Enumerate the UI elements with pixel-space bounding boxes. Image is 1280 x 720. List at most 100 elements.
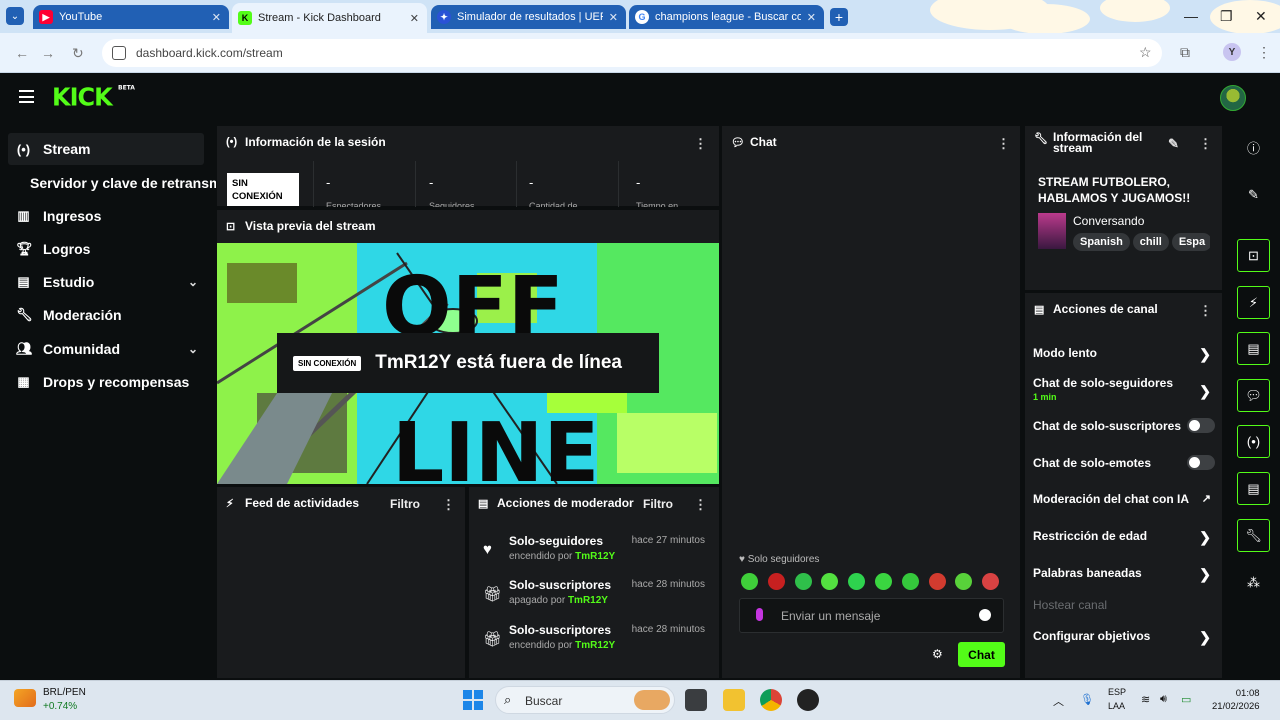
hamburger-menu-icon[interactable] xyxy=(19,90,34,103)
category-name[interactable]: Conversando xyxy=(1073,214,1144,228)
chat-toggle-icon[interactable]: 💬︎ xyxy=(1237,379,1270,412)
emote-icon[interactable] xyxy=(902,573,919,590)
emotes-only-toggle[interactable] xyxy=(1187,455,1215,470)
mod-actions-toggle-icon[interactable]: ▤ xyxy=(1237,332,1270,365)
emote-icon[interactable] xyxy=(795,573,812,590)
chevron-down-icon[interactable]: ⌄ xyxy=(188,342,198,356)
windows-start-icon[interactable] xyxy=(463,690,483,710)
mod-filter-button[interactable]: Filtro xyxy=(643,497,673,511)
back-icon[interactable]: ← xyxy=(15,45,29,61)
menu-dots-icon[interactable]: ⋮ xyxy=(1257,44,1271,61)
info-icon[interactable]: ⓘ xyxy=(1237,131,1270,164)
tag-pill[interactable]: Espa xyxy=(1171,233,1210,251)
edit-pencil-icon[interactable]: ✎ xyxy=(1168,136,1179,152)
tab-youtube[interactable]: ▶ YouTube ✕ xyxy=(33,5,229,29)
chrome-icon[interactable] xyxy=(760,689,782,711)
extensions-icon[interactable]: ⧉ xyxy=(1180,44,1190,61)
minimize-icon[interactable]: — xyxy=(1184,8,1198,24)
forward-icon[interactable]: → xyxy=(41,45,55,61)
mic-tray-icon[interactable]: 🎙︎ xyxy=(1080,693,1094,706)
mod-username[interactable]: TmR12Y xyxy=(575,640,615,651)
tag-pill[interactable]: chill xyxy=(1132,233,1169,251)
action-slow-mode[interactable]: Modo lento ❯ xyxy=(1033,346,1215,362)
sidebar-item-server-key[interactable]: Servidor y clave de retransmisión xyxy=(8,167,216,199)
new-tab-button[interactable]: + xyxy=(830,8,848,26)
task-view-icon[interactable] xyxy=(685,689,707,711)
sidebar-item-drops[interactable]: ▦ Drops y recompensas xyxy=(8,366,204,398)
sidebar-item-logros[interactable]: 🏆︎ Logros xyxy=(8,233,204,265)
sidebar-item-estudio[interactable]: ▤ Estudio ⌄ xyxy=(8,266,204,298)
tray-overflow-icon[interactable]: ︿ xyxy=(1053,693,1064,709)
stream-info-menu-icon[interactable]: ⋮ xyxy=(1199,136,1212,152)
kick-logo[interactable]: KICK BETA xyxy=(52,82,135,111)
language-indicator[interactable]: ESP xyxy=(1108,687,1126,697)
window-close-icon[interactable]: ✕ xyxy=(1255,8,1267,25)
mod-username[interactable]: TmR12Y xyxy=(568,595,608,606)
subscribers-only-toggle[interactable] xyxy=(1187,418,1215,433)
wifi-icon[interactable]: ≋ xyxy=(1141,693,1150,706)
session-toggle-icon[interactable]: (•) xyxy=(1237,425,1270,458)
emote-icon[interactable] xyxy=(955,573,972,590)
profile-avatar[interactable]: Y xyxy=(1223,43,1241,61)
action-age-restriction[interactable]: Restricción de edad ❯ xyxy=(1033,529,1215,545)
action-ai-moderation[interactable]: Moderación del chat con IA ↗ xyxy=(1033,492,1215,506)
activity-filter-button[interactable]: Filtro xyxy=(390,497,420,511)
emote-icon[interactable] xyxy=(875,573,892,590)
maximize-icon[interactable]: ❐ xyxy=(1220,8,1233,25)
close-icon[interactable]: ✕ xyxy=(410,12,419,25)
mic-icon[interactable] xyxy=(756,608,763,621)
tab-search-icon[interactable]: ⌄ xyxy=(6,7,24,25)
activity-toggle-icon[interactable]: ⚡︎ xyxy=(1237,286,1270,319)
channel-actions-toggle-icon[interactable]: ▤ xyxy=(1237,472,1270,505)
action-subscribers-only[interactable]: Chat de solo-suscriptores xyxy=(1033,418,1215,433)
sidebar-item-comunidad[interactable]: 👥︎ Comunidad ⌄ xyxy=(8,333,204,365)
chat-menu-icon[interactable]: ⋮ xyxy=(997,136,1010,152)
mod-username[interactable]: TmR12Y xyxy=(575,551,615,562)
sidebar-item-stream[interactable]: (•) Stream xyxy=(8,133,204,165)
app-icon[interactable] xyxy=(797,689,819,711)
mod-menu-icon[interactable]: ⋮ xyxy=(694,497,707,513)
chat-send-button[interactable]: Chat xyxy=(958,642,1005,667)
site-info-icon[interactable] xyxy=(112,46,126,60)
omnibox[interactable]: dashboard.kick.com/stream xyxy=(102,39,1162,67)
emote-icon[interactable] xyxy=(982,573,999,590)
tag-pill[interactable]: Spanish xyxy=(1073,233,1130,251)
activity-menu-icon[interactable]: ⋮ xyxy=(442,497,455,513)
tab-uefa[interactable]: ✦ Simulador de resultados | UEFA ✕ xyxy=(431,5,626,29)
url-text[interactable]: dashboard.kick.com/stream xyxy=(136,46,283,60)
chat-settings-icon[interactable]: ⚙ xyxy=(932,647,943,661)
emote-icon[interactable] xyxy=(741,573,758,590)
taskbar-search[interactable]: ⌕ Buscar xyxy=(495,686,675,714)
sidebar-item-moderacion[interactable]: 🔧︎ Moderación xyxy=(8,299,204,331)
battery-icon[interactable]: ▭ xyxy=(1181,693,1191,706)
chevron-down-icon[interactable]: ⌄ xyxy=(188,275,198,289)
action-emotes-only[interactable]: Chat de solo-emotes xyxy=(1033,455,1215,470)
preview-toggle-icon[interactable]: ⊡ xyxy=(1237,239,1270,272)
emote-icon[interactable] xyxy=(929,573,946,590)
keyboard-layout[interactable]: LAA xyxy=(1108,701,1125,711)
reload-icon[interactable]: ↻ xyxy=(72,45,84,62)
file-explorer-icon[interactable] xyxy=(723,689,745,711)
bookmark-star-icon[interactable]: ☆ xyxy=(1139,44,1152,61)
tab-google-search[interactable]: G champions league - Buscar con Google ✕ xyxy=(629,5,824,29)
tab-kick-dashboard[interactable]: K Stream - Kick Dashboard ✕ xyxy=(232,3,427,33)
chat-message-input[interactable]: Enviar un mensaje xyxy=(739,598,1004,633)
close-icon[interactable]: ✕ xyxy=(609,11,618,24)
emote-icon[interactable] xyxy=(768,573,785,590)
taskbar-clock[interactable]: 01:08 21/02/2026 xyxy=(1212,687,1260,713)
action-goals[interactable]: Configurar objetivos ❯ xyxy=(1033,629,1215,645)
emoji-icon[interactable] xyxy=(979,609,991,621)
session-menu-icon[interactable]: ⋮ xyxy=(694,136,707,152)
emote-icon[interactable] xyxy=(848,573,865,590)
action-followers-only[interactable]: Chat de solo-seguidores 1 min ❯ xyxy=(1033,376,1215,402)
channel-actions-menu-icon[interactable]: ⋮ xyxy=(1199,303,1212,319)
emote-icon[interactable] xyxy=(821,573,838,590)
stream-info-toggle-icon[interactable]: 🔧︎ xyxy=(1237,519,1270,552)
close-icon[interactable]: ✕ xyxy=(212,11,221,24)
edit-layout-icon[interactable]: ✎ xyxy=(1237,178,1270,211)
sidebar-item-ingresos[interactable]: ▥ Ingresos xyxy=(8,200,204,232)
user-avatar[interactable] xyxy=(1220,85,1246,111)
volume-icon[interactable]: 🔊︎ xyxy=(1160,693,1167,706)
ticker-symbol[interactable]: BRL/PEN xyxy=(43,687,86,698)
close-icon[interactable]: ✕ xyxy=(807,11,816,24)
